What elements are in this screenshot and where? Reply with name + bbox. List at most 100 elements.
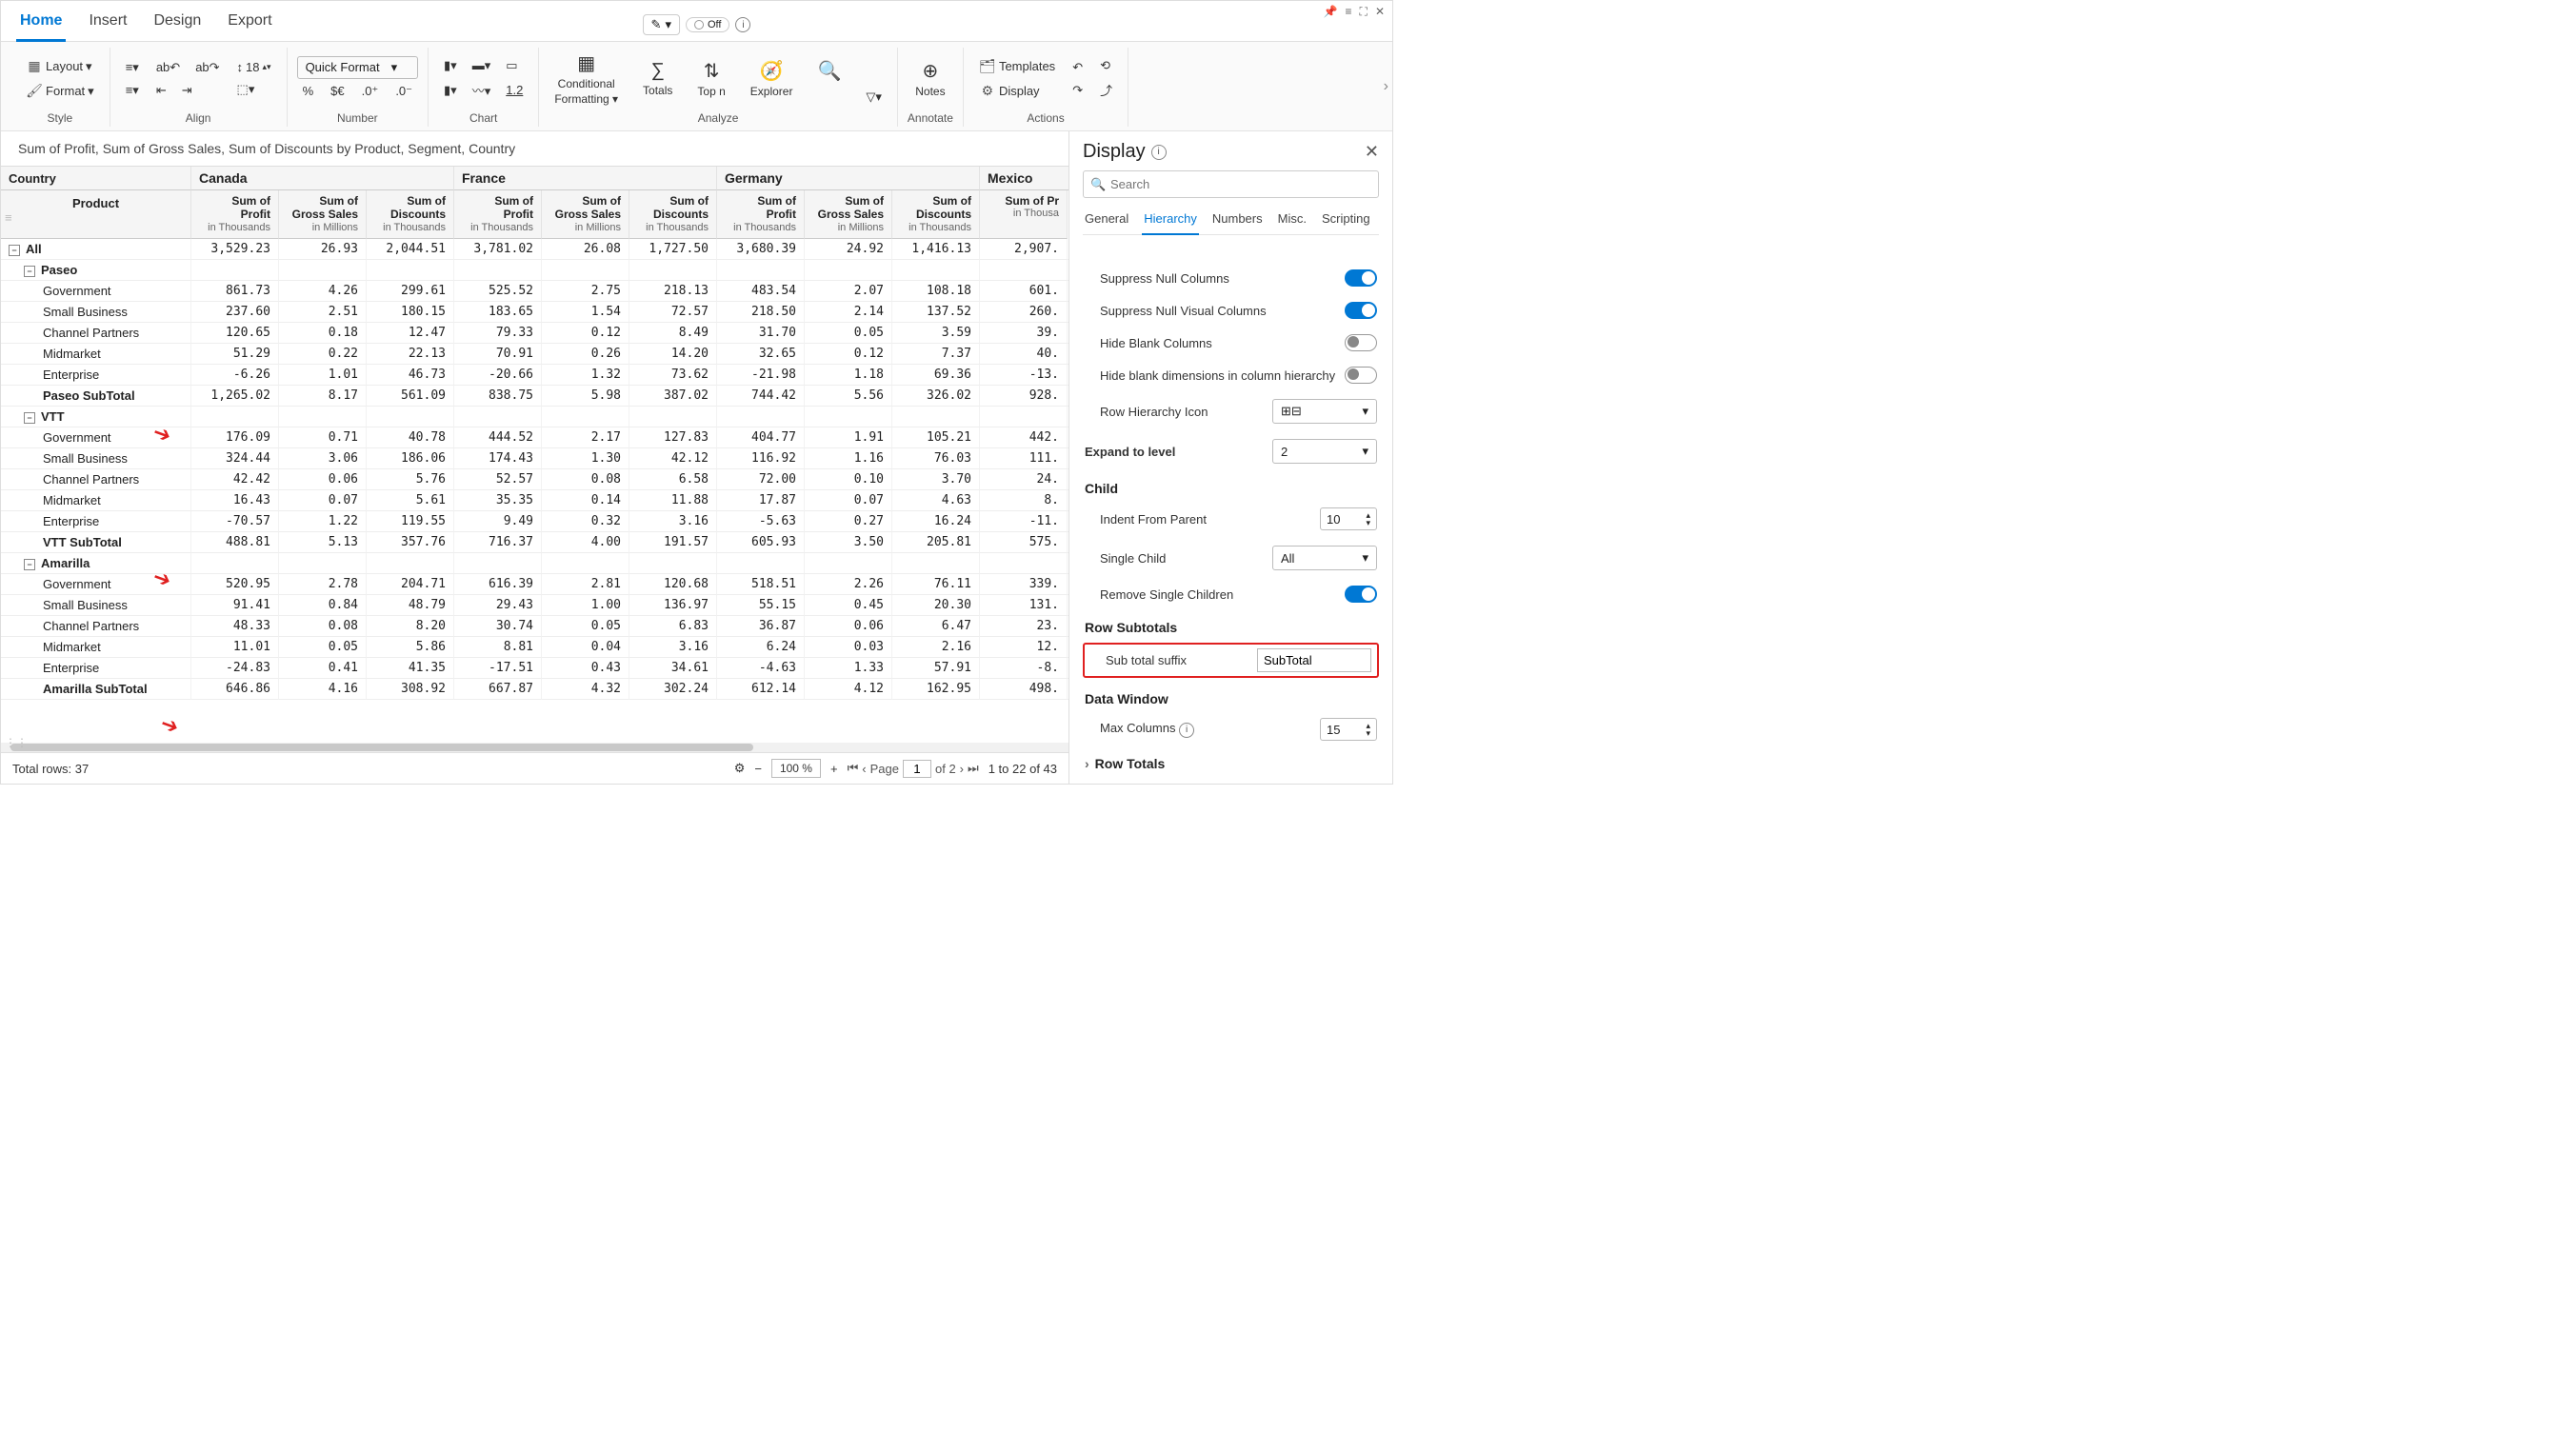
maximize-icon[interactable]: ⛶: [1360, 5, 1368, 19]
cell[interactable]: 0.06: [279, 469, 367, 490]
cell[interactable]: 0.41: [279, 658, 367, 679]
page-input[interactable]: [903, 760, 931, 778]
fit-icon[interactable]: ⬚▾: [231, 79, 277, 100]
cell[interactable]: 35.35: [454, 490, 542, 511]
select-single-child[interactable]: All▾: [1272, 546, 1377, 570]
cell[interactable]: [980, 260, 1068, 281]
cell[interactable]: 11.01: [191, 637, 279, 658]
cell[interactable]: 120.65: [191, 323, 279, 344]
chart-blank-icon[interactable]: ▭: [500, 55, 523, 76]
info-icon[interactable]: i: [1179, 723, 1194, 738]
zoom-in-icon[interactable]: +: [830, 762, 838, 776]
cell[interactable]: 120.68: [629, 574, 717, 595]
cell[interactable]: 601.: [980, 281, 1068, 302]
input-subtotal-suffix[interactable]: [1257, 648, 1371, 672]
cell[interactable]: 72.00: [717, 469, 805, 490]
cell[interactable]: -70.57: [191, 511, 279, 532]
cell[interactable]: 48.33: [191, 616, 279, 637]
info-icon[interactable]: i: [735, 17, 750, 32]
cell[interactable]: 299.61: [367, 281, 454, 302]
cell[interactable]: 2,907.: [980, 239, 1068, 260]
cell[interactable]: [805, 553, 892, 574]
cell[interactable]: 575.: [980, 532, 1068, 553]
toggle-suppress-null-visual[interactable]: [1345, 302, 1377, 319]
cell[interactable]: 5.61: [367, 490, 454, 511]
cell[interactable]: [892, 553, 980, 574]
cell[interactable]: [454, 260, 542, 281]
cell[interactable]: 518.51: [717, 574, 805, 595]
align-center-icon[interactable]: ≡▾: [120, 80, 145, 101]
cell[interactable]: 9.49: [454, 511, 542, 532]
cell[interactable]: 5.98: [542, 386, 629, 407]
cell[interactable]: 46.73: [367, 365, 454, 386]
cell[interactable]: 357.76: [367, 532, 454, 553]
cell[interactable]: 0.27: [805, 511, 892, 532]
cell[interactable]: 561.09: [367, 386, 454, 407]
cell[interactable]: 8.17: [279, 386, 367, 407]
cell[interactable]: 39.: [980, 323, 1068, 344]
cell[interactable]: 8.49: [629, 323, 717, 344]
menu-icon[interactable]: ≡: [1346, 5, 1352, 19]
cell[interactable]: 1.18: [805, 365, 892, 386]
cell[interactable]: 0.71: [279, 427, 367, 448]
cell[interactable]: 0.12: [542, 323, 629, 344]
cell[interactable]: 716.37: [454, 532, 542, 553]
cell[interactable]: 72.57: [629, 302, 717, 323]
cell[interactable]: 79.33: [454, 323, 542, 344]
cell[interactable]: 174.43: [454, 448, 542, 469]
cell[interactable]: 70.91: [454, 344, 542, 365]
cell[interactable]: -6.26: [191, 365, 279, 386]
cell[interactable]: 667.87: [454, 679, 542, 700]
increase-decimal-icon[interactable]: .0⁺: [356, 81, 385, 102]
toggle-remove-single[interactable]: [1345, 586, 1377, 603]
cell[interactable]: 5.56: [805, 386, 892, 407]
cell[interactable]: 41.35: [367, 658, 454, 679]
export-icon[interactable]: ⤴: [1094, 78, 1118, 102]
cell[interactable]: 612.14: [717, 679, 805, 700]
cell[interactable]: 4.12: [805, 679, 892, 700]
cell[interactable]: 0.43: [542, 658, 629, 679]
cell[interactable]: 326.02: [892, 386, 980, 407]
cell[interactable]: 119.55: [367, 511, 454, 532]
layout-button[interactable]: ▦Layout▾: [20, 55, 100, 78]
notes-button[interactable]: ⊕Notes: [909, 57, 950, 100]
cell[interactable]: 3,680.39: [717, 239, 805, 260]
cell[interactable]: 12.: [980, 637, 1068, 658]
cell[interactable]: -17.51: [454, 658, 542, 679]
cell[interactable]: 4.00: [542, 532, 629, 553]
cell[interactable]: 8.20: [367, 616, 454, 637]
cell[interactable]: 176.09: [191, 427, 279, 448]
cell[interactable]: 31.70: [717, 323, 805, 344]
cell[interactable]: 105.21: [892, 427, 980, 448]
row-handle-icon[interactable]: ≡: [5, 210, 12, 225]
cell[interactable]: [629, 260, 717, 281]
cell[interactable]: 29.43: [454, 595, 542, 616]
cell[interactable]: 218.50: [717, 302, 805, 323]
ribbon-scroll-right-icon[interactable]: ›: [1384, 78, 1388, 95]
horizontal-scrollbar[interactable]: [1, 743, 1068, 752]
cell[interactable]: [542, 260, 629, 281]
cell[interactable]: 23.: [980, 616, 1068, 637]
cell[interactable]: 0.32: [542, 511, 629, 532]
cell[interactable]: 442.: [980, 427, 1068, 448]
cell[interactable]: [892, 407, 980, 427]
cell[interactable]: 55.15: [717, 595, 805, 616]
tab-export[interactable]: Export: [224, 7, 275, 41]
cell[interactable]: 1.30: [542, 448, 629, 469]
cell[interactable]: 7.37: [892, 344, 980, 365]
explorer-button[interactable]: 🧭Explorer: [745, 57, 799, 100]
close-icon[interactable]: ✕: [1375, 5, 1385, 19]
cell[interactable]: 1.22: [279, 511, 367, 532]
text-rotate-right-icon[interactable]: ab↷: [190, 57, 225, 78]
cell[interactable]: 180.15: [367, 302, 454, 323]
cell[interactable]: 0.04: [542, 637, 629, 658]
cell[interactable]: 57.91: [892, 658, 980, 679]
cell[interactable]: -21.98: [717, 365, 805, 386]
cell[interactable]: 0.03: [805, 637, 892, 658]
panel-tab-scripting[interactable]: Scripting: [1320, 208, 1372, 234]
cell[interactable]: -24.83: [191, 658, 279, 679]
cell[interactable]: 51.29: [191, 344, 279, 365]
cell[interactable]: 218.13: [629, 281, 717, 302]
cell[interactable]: 1.00: [542, 595, 629, 616]
cell[interactable]: 12.47: [367, 323, 454, 344]
